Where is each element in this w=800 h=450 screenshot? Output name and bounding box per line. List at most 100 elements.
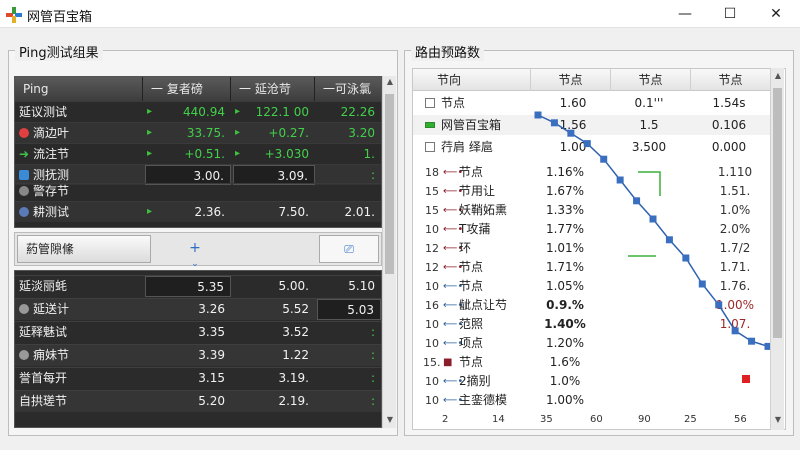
scroll-down-icon[interactable]: ▼ bbox=[383, 414, 397, 426]
tool-row: 葯管隙絛 + ⌄ ⎚ bbox=[14, 232, 382, 269]
right-vertical-scrollbar[interactable]: ▲ ▼ bbox=[770, 68, 784, 430]
cell-v2: 5.00. bbox=[278, 279, 309, 293]
route-group-title: 路由预路数 bbox=[411, 42, 485, 61]
row-label-cell: 痈妹节 bbox=[19, 345, 137, 366]
trend-point bbox=[731, 327, 739, 335]
cell-v3: : bbox=[370, 325, 375, 339]
cell-v1: ▸ 2.36. bbox=[145, 202, 231, 222]
cell-v1-text: +0.51. bbox=[184, 147, 225, 161]
row-label: 耕测试 bbox=[33, 205, 70, 219]
row-label: 痈妹节 bbox=[33, 348, 70, 362]
annotation-bracket bbox=[638, 171, 661, 196]
cell-v1: ▸ 440.94 bbox=[145, 102, 231, 122]
x-tick-label: 60 bbox=[590, 414, 603, 425]
trend-point bbox=[665, 236, 673, 244]
gear-icon bbox=[19, 207, 29, 217]
cell-v1-text: 440.94 bbox=[183, 105, 225, 119]
row-label-cell: 测抚测 bbox=[19, 165, 137, 185]
cell-v2-text: 122.1 00 bbox=[255, 105, 309, 119]
table-row[interactable]: 延释魅试 3.35 3.52 : bbox=[15, 321, 381, 343]
trend-point bbox=[715, 301, 723, 309]
maximize-button[interactable]: ☐ bbox=[707, 0, 753, 28]
scroll-down-icon[interactable]: ▼ bbox=[771, 414, 785, 426]
scroll-thumb[interactable] bbox=[773, 88, 782, 338]
cell-v3: : bbox=[370, 168, 375, 182]
table-row[interactable]: 自拱瑳节 5.20 2.19. : bbox=[15, 390, 381, 412]
x-tick-label: 14 bbox=[492, 414, 505, 425]
table-row[interactable]: 滴边叶 ▸ 33.75. ▸ +0.27. 3.20 bbox=[15, 122, 381, 143]
table-row[interactable]: 延送计 3.26 5.52 5.03 bbox=[15, 298, 381, 320]
scroll-up-icon[interactable]: ▲ bbox=[383, 76, 397, 88]
table-row[interactable]: 耕测试 ▸ 2.36. 7.50. 2.01. bbox=[15, 201, 381, 222]
table-row[interactable]: 延淡丽蚝 5.35 5.00. 5.10 bbox=[15, 275, 381, 297]
x-tick-label: 90 bbox=[638, 414, 651, 425]
row-label: 自拱瑳节 bbox=[19, 394, 68, 408]
row-label: 警存节 bbox=[33, 184, 70, 198]
tool-section-label[interactable]: 葯管隙絛 bbox=[17, 235, 151, 263]
cell-v2: 7.50. bbox=[278, 205, 309, 219]
table-row[interactable]: ➜ 流注节 ▸ +0.51. ▸ +3.030 1. bbox=[15, 143, 381, 164]
cell-v3: 22.26 bbox=[340, 105, 375, 119]
scroll-thumb[interactable] bbox=[385, 94, 394, 274]
minimize-button[interactable]: — bbox=[662, 0, 708, 28]
cell-v3: 5.10 bbox=[348, 279, 375, 293]
x-tick-label: 25 bbox=[684, 414, 697, 425]
row-label: 测抚测 bbox=[33, 168, 70, 182]
x-tick-label: 2 bbox=[442, 414, 449, 425]
row-label: 滴边叶 bbox=[33, 126, 70, 140]
plus-icon: + bbox=[189, 240, 201, 256]
row-label-cell: ➜ 流注节 bbox=[19, 144, 137, 164]
ping-results-grid-2: 延淡丽蚝 5.35 5.00. 5.10 延送计 3.26 5.52 5.03 … bbox=[14, 270, 382, 428]
col-header-ping[interactable]: Ping bbox=[15, 77, 143, 101]
window-title: 网管百宝箱 bbox=[27, 10, 93, 25]
left-vertical-scrollbar[interactable]: ▲ ▼ bbox=[382, 76, 396, 428]
col-header-1[interactable]: 一 复者磅 bbox=[143, 77, 231, 101]
table-row[interactable]: 誉首每开 3.15 3.19. : bbox=[15, 367, 381, 389]
play-icon: ▸ bbox=[147, 127, 153, 138]
monitor-button[interactable]: ⎚ bbox=[319, 235, 379, 263]
cell-v3: 3.20 bbox=[348, 126, 375, 140]
close-button[interactable]: ✕ bbox=[753, 0, 799, 28]
trend-point bbox=[649, 215, 657, 223]
trend-point bbox=[567, 129, 575, 137]
table-row[interactable]: 警存节 bbox=[15, 183, 381, 198]
x-axis-ticks: 2 14 35 60 90 25 56 bbox=[412, 412, 770, 428]
play-icon: ▸ bbox=[235, 127, 241, 138]
cell-v3: 1. bbox=[363, 147, 375, 161]
cell-v1-text: 33.75. bbox=[186, 126, 225, 140]
play-icon: ▸ bbox=[147, 106, 153, 117]
trend-point bbox=[583, 140, 591, 148]
row-label-cell: 滴边叶 bbox=[19, 123, 137, 143]
table-row[interactable]: 测抚测 3.00. 3.09. : bbox=[15, 164, 381, 185]
cell-v1: 3.15 bbox=[198, 371, 225, 385]
cell-v2: 1.22 bbox=[282, 348, 309, 362]
cell-v3: : bbox=[370, 348, 375, 362]
row-label: 延淡丽蚝 bbox=[19, 279, 68, 293]
clock-icon bbox=[19, 304, 29, 314]
cell-v2: ▸ +0.27. bbox=[233, 123, 315, 143]
col-header-3[interactable]: 一可泳氯 bbox=[315, 77, 381, 101]
trend-point bbox=[748, 337, 756, 345]
cell-v3[interactable]: 5.03 bbox=[317, 299, 381, 320]
cell-v2: 2.19. bbox=[278, 394, 309, 408]
trend-point bbox=[550, 119, 558, 127]
red-dot-icon bbox=[19, 128, 29, 138]
cell-v1-text: 2.36. bbox=[194, 205, 225, 219]
cell-v3: : bbox=[370, 371, 375, 385]
trend-point bbox=[698, 280, 706, 288]
play-icon: ▸ bbox=[235, 106, 241, 117]
scroll-up-icon[interactable]: ▲ bbox=[771, 70, 785, 82]
row-label: 延议测试 bbox=[19, 105, 68, 119]
green-arrow-icon: ➜ bbox=[19, 147, 30, 161]
table-row[interactable]: 痈妹节 3.39 1.22 : bbox=[15, 344, 381, 366]
table-row[interactable]: 延议测试 ▸ 440.94 ▸ 122.1 00 22.26 bbox=[15, 101, 381, 122]
cell-v2-text: +3.030 bbox=[264, 147, 309, 161]
add-expand-button[interactable]: + ⌄ bbox=[175, 235, 215, 269]
play-icon: ▸ bbox=[147, 206, 153, 217]
highlight-point bbox=[742, 375, 750, 383]
cell-v2-text: +0.27. bbox=[268, 126, 309, 140]
play-icon: ▸ bbox=[147, 148, 153, 159]
cell-v1: ▸ +0.51. bbox=[145, 144, 231, 164]
col-header-2[interactable]: 一 延沧苛 bbox=[231, 77, 315, 101]
trend-point bbox=[534, 111, 542, 119]
